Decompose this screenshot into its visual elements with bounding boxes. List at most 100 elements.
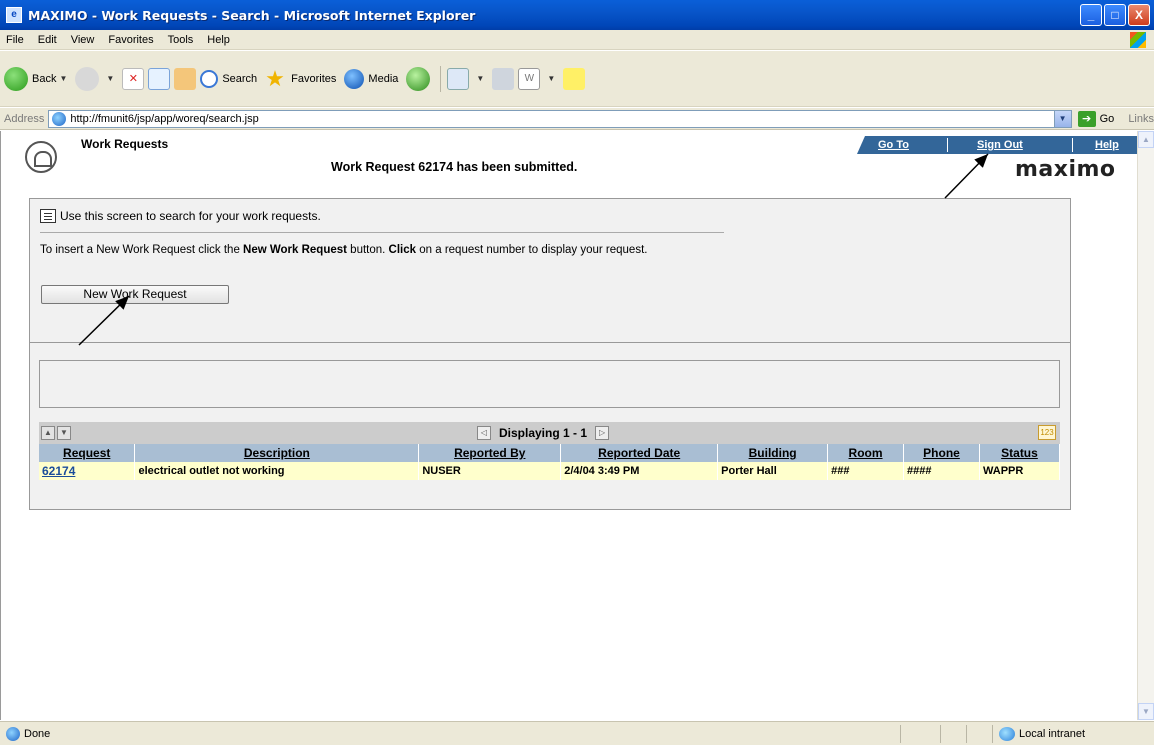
maximize-button[interactable]: □ bbox=[1104, 4, 1126, 26]
sort-order-icon[interactable]: 123 bbox=[1038, 425, 1056, 440]
column-description[interactable]: Description bbox=[134, 444, 420, 462]
instr-btn: New Work Request bbox=[243, 244, 347, 256]
scroll-up-arrow-icon[interactable]: ▲ bbox=[1138, 131, 1154, 148]
media-button[interactable]: Media bbox=[344, 68, 399, 89]
back-button[interactable]: Back ▼ bbox=[4, 66, 67, 91]
address-bar: Address http://fmunit6/jsp/app/woreq/sea… bbox=[0, 108, 1154, 130]
cell-status: WAPPR bbox=[979, 462, 1061, 480]
forward-arrow-icon bbox=[75, 66, 100, 91]
cell-reported-by: NUSER bbox=[418, 462, 562, 480]
requests-table: Request Description Reported By Reported… bbox=[39, 444, 1061, 480]
search-label: Search bbox=[222, 72, 258, 85]
column-reported-by[interactable]: Reported By bbox=[418, 444, 562, 462]
search-button[interactable]: Search bbox=[200, 69, 258, 88]
search-criteria-box bbox=[39, 360, 1060, 408]
search-icon bbox=[200, 69, 219, 88]
address-label: Address bbox=[4, 112, 45, 125]
note-icon[interactable] bbox=[563, 67, 586, 90]
status-text: Done bbox=[24, 727, 51, 740]
windows-logo-icon bbox=[1130, 32, 1146, 48]
results-toolbar: ▲ ▼ ◁ Displaying 1 - 1 ▷ 123 bbox=[39, 422, 1060, 444]
app-title: Work Requests bbox=[81, 137, 169, 151]
status-divider bbox=[940, 725, 941, 743]
back-label: Back bbox=[32, 72, 57, 85]
ie-icon: e bbox=[6, 7, 22, 23]
security-zone: Local intranet bbox=[992, 725, 1085, 743]
menu-bar: File Edit View Favorites Tools Help bbox=[0, 30, 1154, 50]
column-room[interactable]: Room bbox=[827, 444, 905, 462]
refresh-icon[interactable] bbox=[148, 67, 171, 90]
cell-description: electrical outlet not working bbox=[134, 462, 420, 480]
arrow-to-sign-out bbox=[944, 153, 989, 199]
cell-building: Porter Hall bbox=[717, 462, 829, 480]
menu-tools[interactable]: Tools bbox=[168, 34, 194, 46]
window-title-bar: e MAXIMO - Work Requests - Search - Micr… bbox=[0, 0, 1154, 30]
new-work-request-button[interactable]: New Work Request bbox=[41, 285, 229, 304]
scroll-down-arrow-icon[interactable]: ▼ bbox=[1138, 703, 1154, 720]
instr-post: on a request number to display your requ… bbox=[416, 244, 648, 256]
divider bbox=[40, 232, 724, 233]
cell-phone: #### bbox=[903, 462, 980, 480]
instr-click: Click bbox=[388, 244, 417, 256]
instructions-text: To insert a New Work Request click the N… bbox=[40, 244, 647, 256]
status-bar: Done Local intranet bbox=[0, 721, 1154, 745]
menu-help[interactable]: Help bbox=[207, 34, 230, 46]
favorites-label: Favorites bbox=[291, 72, 337, 85]
stop-icon[interactable]: ✕ bbox=[122, 67, 145, 90]
goto-link[interactable]: Go To bbox=[878, 139, 909, 151]
status-divider bbox=[966, 725, 967, 743]
mail-icon[interactable] bbox=[447, 67, 470, 90]
next-page-icon[interactable]: ▷ bbox=[595, 426, 610, 440]
submitted-message: Work Request 62174 has been submitted. bbox=[331, 160, 578, 174]
instr-mid: button. bbox=[346, 244, 389, 256]
star-icon: ★ bbox=[265, 65, 285, 91]
info-line: Use this screen to search for your work … bbox=[40, 209, 321, 223]
menu-view[interactable]: View bbox=[71, 34, 95, 46]
menu-favorites[interactable]: Favorites bbox=[108, 34, 153, 46]
maximo-logo: maximo bbox=[1015, 157, 1116, 182]
displaying-count: Displaying 1 - 1 bbox=[499, 426, 588, 440]
history-icon[interactable] bbox=[406, 66, 431, 91]
column-reported-date[interactable]: Reported Date bbox=[560, 444, 719, 462]
links-button[interactable]: Links bbox=[1128, 113, 1154, 125]
intranet-icon bbox=[999, 727, 1015, 741]
instr-pre: To insert a New Work Request click the bbox=[40, 244, 244, 256]
menu-edit[interactable]: Edit bbox=[38, 34, 57, 46]
go-arrow-icon: ➔ bbox=[1077, 110, 1096, 127]
home-icon[interactable] bbox=[174, 67, 197, 90]
close-button[interactable]: X bbox=[1128, 4, 1150, 26]
address-dropdown-icon[interactable]: ▼ bbox=[1053, 110, 1071, 127]
edit-icon[interactable]: W bbox=[518, 67, 541, 90]
column-status[interactable]: Status bbox=[979, 444, 1061, 462]
nav-separator bbox=[1072, 138, 1073, 152]
scroll-down-icon[interactable]: ▼ bbox=[57, 426, 71, 440]
forward-button[interactable]: ▼ bbox=[75, 66, 114, 91]
column-phone[interactable]: Phone bbox=[903, 444, 980, 462]
status-divider bbox=[900, 725, 901, 743]
nav-separator bbox=[947, 138, 948, 152]
help-link[interactable]: Help bbox=[1095, 139, 1119, 151]
print-icon[interactable] bbox=[492, 67, 515, 90]
toolbar: Back ▼ ▼ ✕ Search ★ Favorites Media ▼ W ▼ bbox=[0, 51, 1154, 107]
sign-out-link[interactable]: Sign Out bbox=[977, 139, 1023, 151]
document-icon bbox=[40, 209, 56, 223]
column-building[interactable]: Building bbox=[717, 444, 829, 462]
minimize-button[interactable]: _ bbox=[1080, 4, 1102, 26]
media-label: Media bbox=[368, 72, 399, 85]
menu-file[interactable]: File bbox=[6, 34, 24, 46]
vertical-scrollbar[interactable]: ▲ ▼ bbox=[1137, 131, 1154, 720]
favorites-button[interactable]: ★ Favorites bbox=[265, 65, 337, 91]
table-row: 62174 electrical outlet not working NUSE… bbox=[39, 462, 1061, 480]
window-title: MAXIMO - Work Requests - Search - Micros… bbox=[28, 7, 476, 23]
toolbar-separator bbox=[440, 65, 442, 92]
page-status-icon bbox=[6, 726, 20, 741]
scroll-up-icon[interactable]: ▲ bbox=[41, 426, 55, 440]
top-nav: Go To Sign Out Help bbox=[857, 136, 1138, 154]
results-panel: ▲ ▼ ◁ Displaying 1 - 1 ▷ 123 Request Des… bbox=[29, 342, 1071, 510]
previous-page-icon[interactable]: ◁ bbox=[477, 426, 491, 440]
column-request[interactable]: Request bbox=[39, 444, 136, 462]
request-number-link[interactable]: 62174 bbox=[39, 462, 136, 480]
back-arrow-icon bbox=[4, 66, 28, 91]
address-input[interactable]: http://fmunit6/jsp/app/woreq/search.jsp … bbox=[48, 109, 1072, 128]
go-button[interactable]: ➔ Go bbox=[1077, 110, 1114, 127]
